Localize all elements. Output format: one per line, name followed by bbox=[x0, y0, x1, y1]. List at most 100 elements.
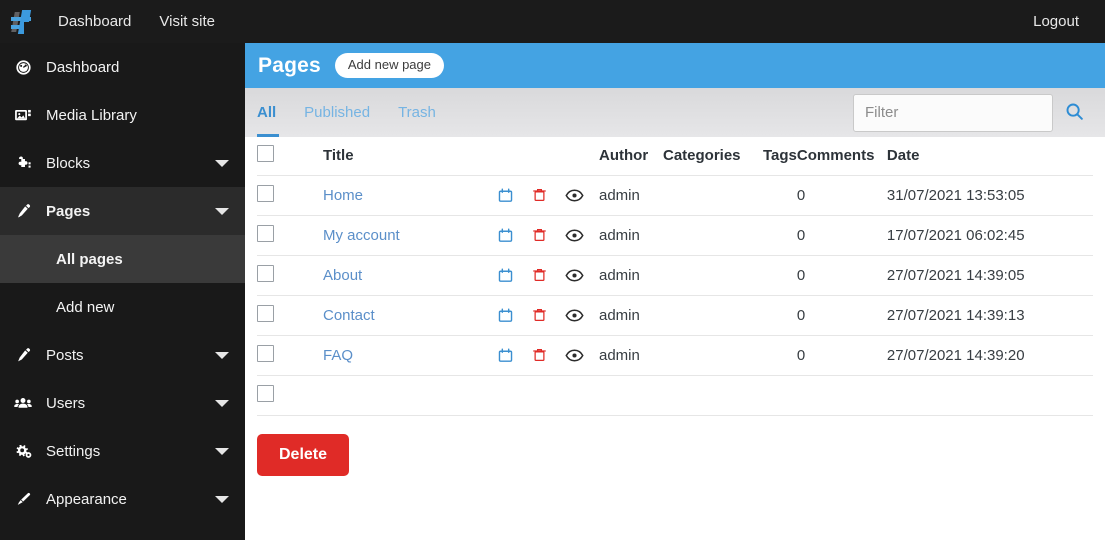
row-checkbox[interactable] bbox=[257, 184, 274, 202]
pages-table-area: Title Author Categories Tags Comments Da… bbox=[245, 137, 1105, 416]
chevron-down-icon[interactable] bbox=[215, 352, 229, 359]
row-checkbox[interactable] bbox=[257, 264, 274, 282]
row-actions-cell bbox=[497, 335, 599, 376]
row-date-cell: 27/07/2021 14:39:05 bbox=[886, 255, 1093, 296]
duplicate-icon[interactable] bbox=[497, 267, 514, 284]
site-logo[interactable] bbox=[0, 0, 44, 43]
tab-all[interactable]: All bbox=[245, 88, 290, 137]
topnav-dashboard[interactable]: Dashboard bbox=[44, 0, 145, 43]
row-title-cell: Contact bbox=[323, 295, 497, 336]
table-row: FAQ admin 0 27/07/2021 14:39:20 bbox=[257, 335, 1093, 376]
column-header-comments[interactable]: Comments bbox=[796, 137, 887, 176]
row-comments-cell: 0 bbox=[796, 335, 887, 376]
sidebar-item-settings[interactable]: Settings bbox=[0, 427, 245, 475]
row-actions-cell bbox=[497, 215, 599, 256]
eye-icon[interactable] bbox=[565, 268, 584, 283]
trash-icon[interactable] bbox=[532, 346, 547, 364]
row-tags-cell bbox=[763, 255, 797, 296]
chevron-down-icon[interactable] bbox=[215, 208, 229, 215]
row-date-cell: 31/07/2021 13:53:05 bbox=[886, 175, 1093, 216]
column-header-author[interactable]: Author bbox=[599, 137, 663, 176]
top-bar: Dashboard Visit site Logout bbox=[0, 0, 1105, 43]
sidebar-subitem-add-new[interactable]: Add new bbox=[0, 283, 245, 331]
row-checkbox[interactable] bbox=[257, 224, 274, 242]
row-date-cell: 27/07/2021 14:39:13 bbox=[886, 295, 1093, 336]
trash-icon[interactable] bbox=[532, 226, 547, 244]
pen-icon bbox=[0, 346, 46, 365]
chevron-down-icon[interactable] bbox=[215, 496, 229, 503]
table-header-row: Title Author Categories Tags Comments Da… bbox=[257, 137, 1093, 176]
sidebar-item-pages[interactable]: Pages bbox=[0, 187, 245, 235]
chevron-down-icon[interactable] bbox=[215, 160, 229, 167]
row-date-cell: 27/07/2021 14:39:20 bbox=[886, 335, 1093, 376]
eye-icon[interactable] bbox=[565, 308, 584, 323]
chevron-down-icon[interactable] bbox=[215, 448, 229, 455]
main-content: Pages Add new page All Published Trash F… bbox=[245, 43, 1105, 540]
eye-icon[interactable] bbox=[565, 228, 584, 243]
sidebar: Dashboard Media Library Blocks Pages All… bbox=[0, 43, 245, 540]
row-title-cell: My account bbox=[323, 215, 497, 256]
sidebar-item-label: Users bbox=[46, 394, 86, 412]
select-all-checkbox-footer[interactable] bbox=[257, 384, 274, 402]
page-title-link[interactable]: Contact bbox=[323, 307, 375, 324]
sidebar-item-dashboard[interactable]: Dashboard bbox=[0, 43, 245, 91]
column-header-date[interactable]: Date bbox=[886, 137, 1093, 176]
sidebar-item-label: Dashboard bbox=[46, 58, 120, 76]
duplicate-icon[interactable] bbox=[497, 347, 514, 364]
row-actions-cell bbox=[497, 175, 599, 216]
trash-icon[interactable] bbox=[532, 306, 547, 324]
puzzle-icon bbox=[0, 154, 46, 173]
row-actions-cell bbox=[497, 255, 599, 296]
row-checkbox[interactable] bbox=[257, 344, 274, 362]
sidebar-item-appearance[interactable]: Appearance bbox=[0, 475, 245, 523]
eye-icon[interactable] bbox=[565, 188, 584, 203]
topnav-visit-site[interactable]: Visit site bbox=[145, 0, 229, 43]
gears-icon bbox=[0, 442, 46, 461]
tab-published[interactable]: Published bbox=[290, 88, 384, 137]
search-button[interactable] bbox=[1053, 94, 1095, 132]
row-select-cell bbox=[257, 255, 323, 296]
add-new-page-button[interactable]: Add new page bbox=[334, 52, 444, 79]
tab-trash[interactable]: Trash bbox=[384, 88, 450, 137]
column-header-title[interactable]: Title bbox=[323, 137, 497, 176]
delete-button[interactable]: Delete bbox=[257, 433, 350, 476]
sidebar-subitem-all-pages[interactable]: All pages bbox=[0, 235, 245, 283]
logout-link[interactable]: Logout bbox=[1019, 0, 1093, 43]
image-icon bbox=[0, 106, 46, 125]
sidebar-item-label: Posts bbox=[46, 346, 84, 364]
page-title-link[interactable]: About bbox=[323, 267, 362, 284]
column-header-categories[interactable]: Categories bbox=[663, 137, 763, 176]
row-title-cell: About bbox=[323, 255, 497, 296]
filter-input[interactable] bbox=[853, 93, 1053, 132]
sidebar-item-blocks[interactable]: Blocks bbox=[0, 139, 245, 187]
duplicate-icon[interactable] bbox=[497, 307, 514, 324]
trash-icon[interactable] bbox=[532, 266, 547, 284]
column-header-tags[interactable]: Tags bbox=[763, 137, 797, 176]
page-title-link[interactable]: FAQ bbox=[323, 347, 353, 364]
row-checkbox[interactable] bbox=[257, 304, 274, 322]
gauge-icon bbox=[0, 58, 46, 77]
page-title-link[interactable]: Home bbox=[323, 187, 363, 204]
sidebar-item-media-library[interactable]: Media Library bbox=[0, 91, 245, 139]
row-author-cell: admin bbox=[599, 215, 663, 256]
row-select-cell bbox=[257, 335, 323, 376]
search-icon bbox=[1064, 101, 1085, 125]
row-categories-cell bbox=[663, 335, 763, 376]
eye-icon[interactable] bbox=[565, 348, 584, 363]
duplicate-icon[interactable] bbox=[497, 227, 514, 244]
trash-icon[interactable] bbox=[532, 186, 547, 204]
row-comments-cell: 0 bbox=[796, 295, 887, 336]
select-all-checkbox[interactable] bbox=[257, 145, 274, 163]
duplicate-icon[interactable] bbox=[497, 187, 514, 204]
row-categories-cell bbox=[663, 295, 763, 336]
row-select-cell bbox=[257, 175, 323, 216]
sidebar-item-label: Media Library bbox=[46, 106, 137, 124]
sidebar-item-users[interactable]: Users bbox=[0, 379, 245, 427]
row-title-cell: Home bbox=[323, 175, 497, 216]
chevron-down-icon[interactable] bbox=[215, 400, 229, 407]
sidebar-item-posts[interactable]: Posts bbox=[0, 331, 245, 379]
row-author-cell: admin bbox=[599, 255, 663, 296]
column-header-actions bbox=[497, 137, 599, 176]
page-title-link[interactable]: My account bbox=[323, 227, 400, 244]
row-tags-cell bbox=[763, 175, 797, 216]
